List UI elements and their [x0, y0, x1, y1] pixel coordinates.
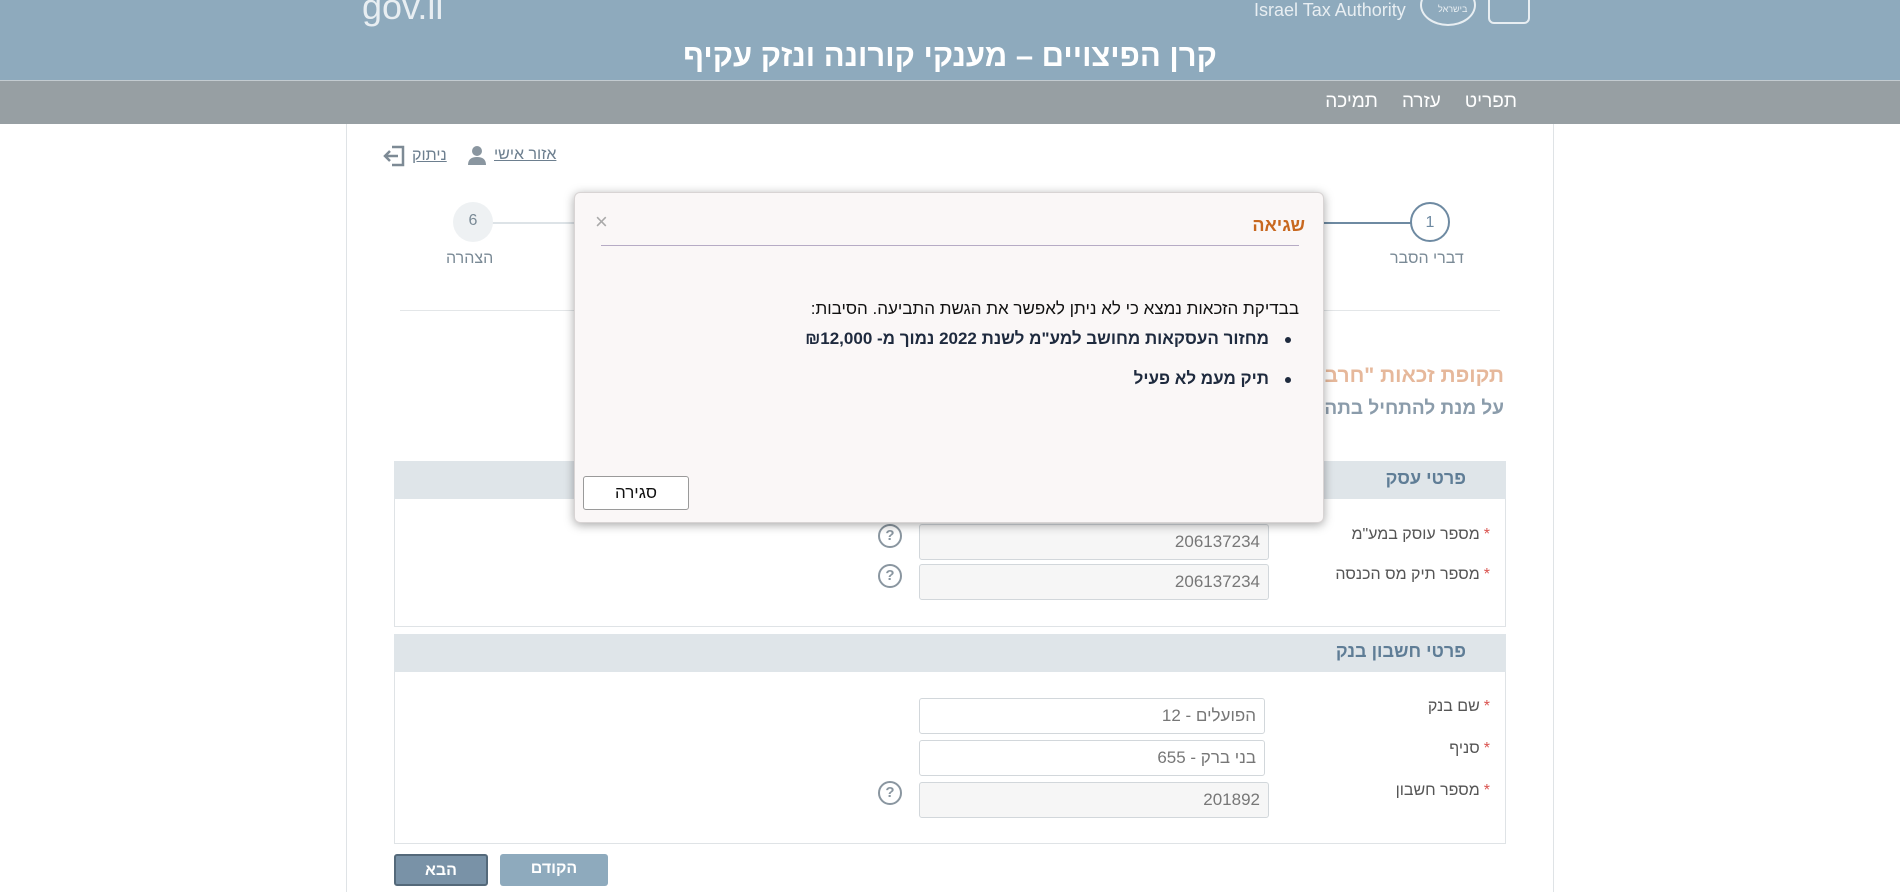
dialog-intro: בבדיקת הזכאות נמצא כי לא ניתן לאפשר את ה…: [810, 299, 1299, 318]
dialog-divider: [601, 245, 1299, 246]
error-dialog: שגיאה × בבדיקת הזכאות נמצא כי לא ניתן לא…: [574, 192, 1324, 523]
reason-item: תיק מעמ לא פעיל: [805, 369, 1299, 389]
reasons-list: מחזור העסקאות מחושב למע"מ לשנת 2022 נמוך…: [805, 329, 1299, 409]
dialog-close-button[interactable]: סגירה: [583, 476, 689, 510]
dialog-title: שגיאה: [1252, 215, 1305, 235]
reason-item: מחזור העסקאות מחושב למע"מ לשנת 2022 נמוך…: [805, 329, 1299, 349]
close-icon[interactable]: ×: [595, 209, 608, 235]
